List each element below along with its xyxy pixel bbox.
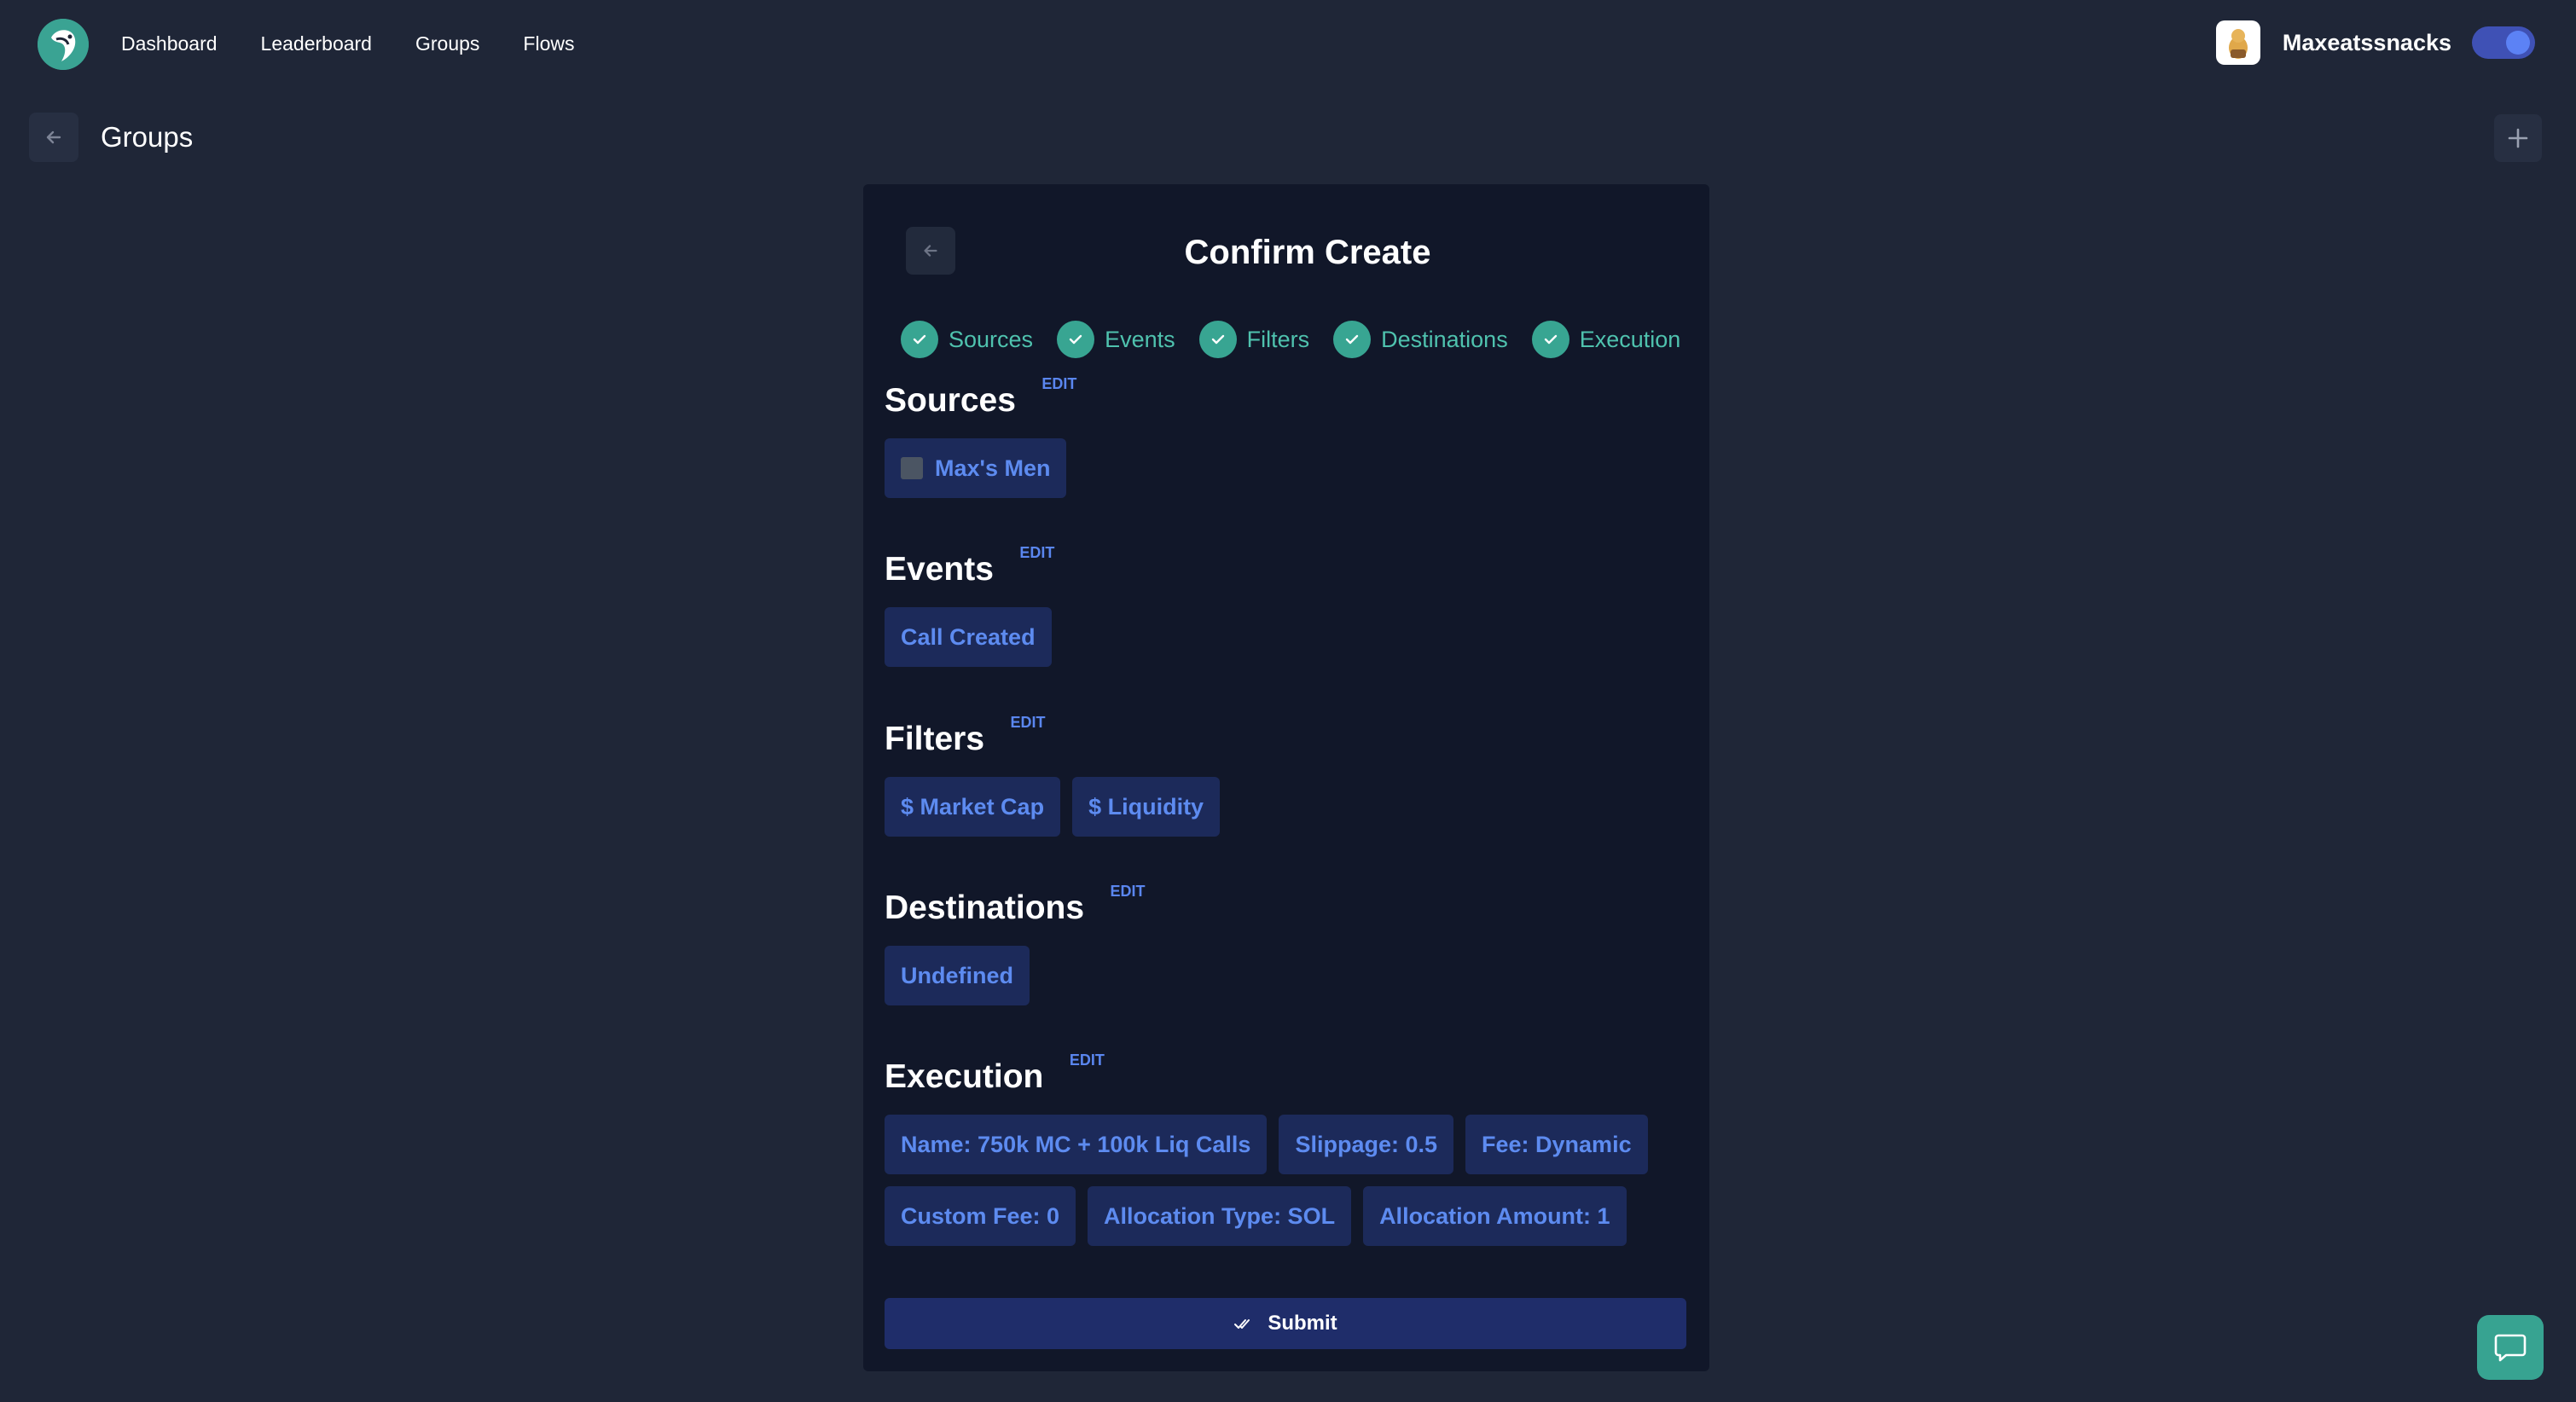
- step-label: Filters: [1246, 326, 1310, 352]
- stepper: Sources Events Filters Destinations Exec…: [901, 321, 1680, 358]
- app-logo[interactable]: [38, 19, 89, 70]
- avatar[interactable]: [2215, 20, 2260, 65]
- section-sources: Sources EDIT Max's Men: [885, 375, 1695, 498]
- edit-destinations-link[interactable]: EDIT: [1111, 883, 1146, 901]
- arrow-left-icon: [46, 130, 61, 144]
- check-icon: [1333, 321, 1372, 358]
- section-execution: Execution EDIT Name: 750k MC + 100k Liq …: [885, 1052, 1695, 1246]
- chip-label: Max's Men: [935, 455, 1051, 481]
- execution-chip[interactable]: Allocation Type: SOL: [1088, 1186, 1352, 1246]
- step-filters[interactable]: Filters: [1198, 321, 1310, 358]
- section-title: Sources: [885, 382, 1016, 419]
- chip-list: Undefined: [885, 946, 1695, 1005]
- check-icon: [1531, 321, 1569, 358]
- plus-icon: [2508, 128, 2528, 148]
- edit-filters-link[interactable]: EDIT: [1011, 714, 1046, 732]
- add-group-button[interactable]: [2494, 114, 2542, 162]
- step-label: Events: [1105, 326, 1175, 352]
- edit-events-link[interactable]: EDIT: [1019, 544, 1054, 562]
- step-events[interactable]: Events: [1057, 321, 1175, 358]
- check-icon: [1198, 321, 1237, 358]
- section-title: Filters: [885, 721, 985, 757]
- step-label: Execution: [1579, 326, 1681, 352]
- execution-chip[interactable]: Slippage: 0.5: [1279, 1115, 1454, 1174]
- section-title: Destinations: [885, 889, 1085, 926]
- chat-button[interactable]: [2477, 1315, 2544, 1380]
- execution-chip[interactable]: Allocation Amount: 1: [1363, 1186, 1627, 1246]
- step-destinations[interactable]: Destinations: [1333, 321, 1508, 358]
- filter-chip[interactable]: $ Market Cap: [885, 777, 1061, 837]
- top-nav: Dashboard Leaderboard Groups Flows: [121, 31, 574, 56]
- nav-dashboard[interactable]: Dashboard: [121, 31, 218, 56]
- nav-leaderboard[interactable]: Leaderboard: [261, 31, 372, 56]
- execution-chip[interactable]: Custom Fee: 0: [885, 1186, 1076, 1246]
- edit-execution-link[interactable]: EDIT: [1070, 1052, 1105, 1069]
- filter-chip[interactable]: $ Liquidity: [1072, 777, 1221, 837]
- theme-toggle[interactable]: [2472, 26, 2535, 59]
- edit-sources-link[interactable]: EDIT: [1041, 375, 1076, 393]
- step-execution[interactable]: Execution: [1531, 321, 1681, 358]
- check-icon: [1057, 321, 1095, 358]
- source-thumbnail-icon: [901, 457, 923, 479]
- submit-button[interactable]: Submit: [885, 1298, 1686, 1349]
- step-label: Destinations: [1381, 326, 1508, 352]
- section-title: Execution: [885, 1058, 1044, 1095]
- chat-bubble-icon: [2494, 1334, 2527, 1362]
- card-title: Confirm Create: [1184, 234, 1431, 271]
- user-menu: Maxeatssnacks: [2215, 20, 2535, 65]
- toggle-knob: [2506, 31, 2530, 55]
- double-check-icon: [1234, 1319, 1250, 1329]
- section-destinations: Destinations EDIT Undefined: [885, 883, 1695, 1005]
- chip-list: $ Market Cap $ Liquidity: [885, 777, 1695, 837]
- page-back-button[interactable]: [29, 113, 78, 162]
- nav-flows[interactable]: Flows: [523, 31, 574, 56]
- chip-list: Name: 750k MC + 100k Liq Calls Slippage:…: [885, 1115, 1695, 1246]
- execution-chip[interactable]: Name: 750k MC + 100k Liq Calls: [885, 1115, 1268, 1174]
- section-filters: Filters EDIT $ Market Cap $ Liquidity: [885, 714, 1695, 837]
- source-chip[interactable]: Max's Men: [885, 438, 1067, 498]
- destination-chip[interactable]: Undefined: [885, 946, 1030, 1005]
- step-label: Sources: [949, 326, 1034, 352]
- username[interactable]: Maxeatssnacks: [2283, 30, 2451, 56]
- submit-label: Submit: [1268, 1312, 1337, 1335]
- confirm-create-card: Confirm Create Sources Events Filters De…: [863, 184, 1709, 1371]
- step-sources[interactable]: Sources: [901, 321, 1033, 358]
- check-icon: [901, 321, 938, 358]
- section-title: Events: [885, 551, 994, 588]
- bird-logo-icon: [38, 19, 89, 70]
- nav-groups[interactable]: Groups: [415, 31, 479, 56]
- section-events: Events EDIT Call Created: [885, 544, 1695, 667]
- execution-chip[interactable]: Fee: Dynamic: [1465, 1115, 1648, 1174]
- user-avatar-icon: [2228, 29, 2248, 59]
- event-chip[interactable]: Call Created: [885, 607, 1052, 667]
- page-title: Groups: [101, 121, 194, 153]
- chip-list: Call Created: [885, 607, 1695, 667]
- chip-list: Max's Men: [885, 438, 1695, 498]
